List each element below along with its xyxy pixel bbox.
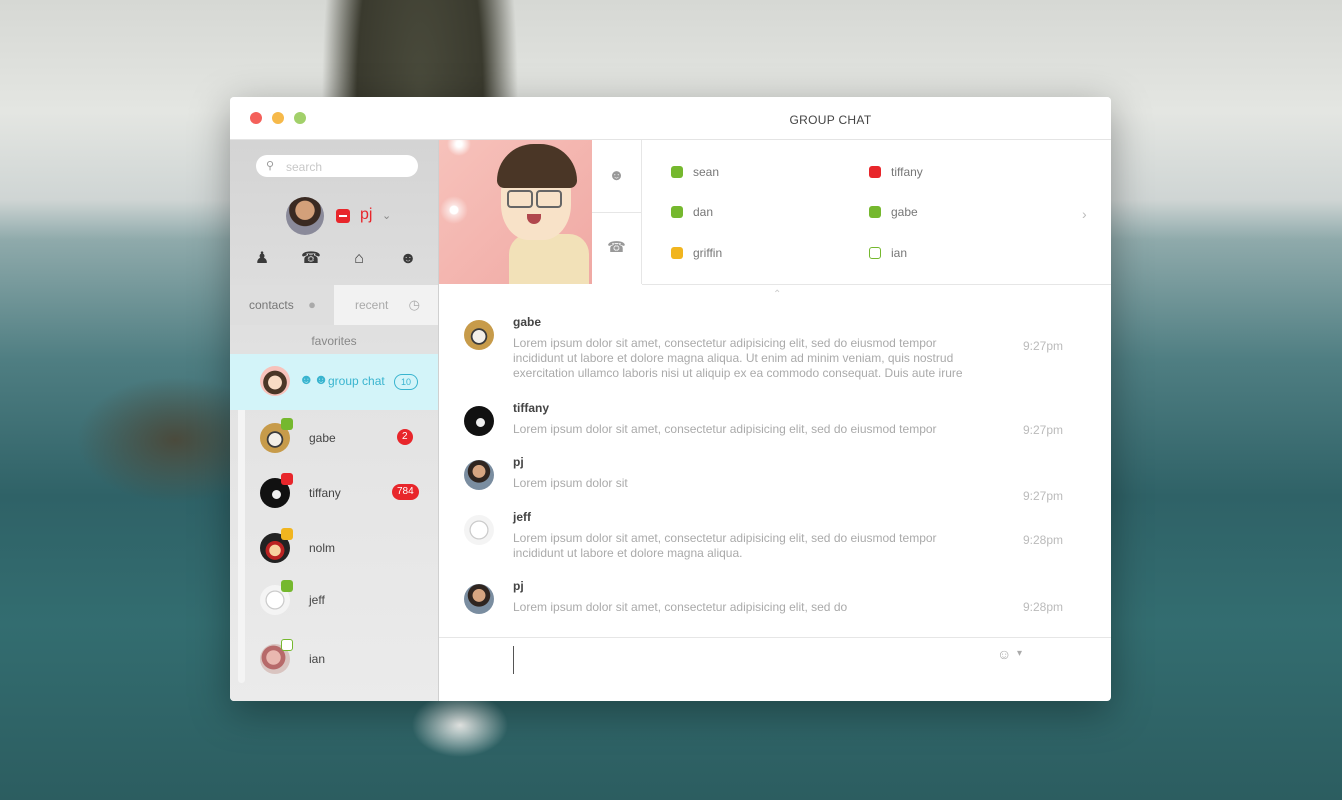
message-sender: pj [513,455,524,469]
offline-status-icon [281,639,293,651]
tab-label: recent [355,298,389,312]
contact-name: ian [309,652,326,666]
title-bar: GROUP CHAT [230,97,1111,140]
participant-name: ian [891,246,908,260]
contact-gabe[interactable]: gabe 2 [230,411,438,467]
user-icon[interactable]: ♟ [250,247,274,271]
away-status-icon [281,528,293,540]
avatar [464,460,494,490]
unread-badge: 2 [397,429,413,445]
contact-nolm[interactable]: nolm [230,521,438,577]
group-icon: ☻☻ [299,371,329,387]
participant-name: dan [693,205,714,219]
call-buttons: ☻ ☎ [592,140,642,284]
contact-name: group chat [328,374,385,388]
group-icon[interactable]: ☻ [396,247,420,271]
message-sender: tiffany [513,401,549,415]
avatar [464,320,494,350]
search-box: ⚲ [256,155,418,177]
current-user-name: pj [360,206,373,223]
unread-badge: 784 [392,484,419,500]
person-icon: ● [308,297,316,312]
search-input[interactable] [284,157,408,177]
contact-ian[interactable]: ian [230,632,438,688]
message-text: Lorem ipsum dolor sit amet, consectetur … [513,600,848,614]
message-sender: gabe [513,315,542,329]
message-time: 9:28pm [1023,600,1064,614]
contact-name: nolm [309,541,336,555]
message-sender: jeff [513,510,531,524]
offline-status-icon [869,247,881,259]
tab-label: contacts [249,298,294,312]
chevron-right-icon[interactable]: › [1082,206,1087,222]
tab-contacts[interactable]: contacts ● [230,285,334,325]
nav-icons: ♟ ☎ ⌂ ☻ [230,247,438,271]
avatar [260,366,290,396]
section-label: favorites [311,334,357,348]
participant-name: griffin [693,246,723,260]
member-count-badge: 10 [394,374,419,390]
message-text: Lorem ipsum dolor sit amet, consectetur … [513,531,937,560]
group-icon: ☻ [608,167,625,184]
participant-name: gabe [891,205,918,219]
phone-icon[interactable]: ☎ [299,247,323,271]
online-status-icon [671,166,683,178]
message-text: Lorem ipsum dolor sit [513,476,628,490]
message-text: Lorem ipsum dolor sit amet, consectetur … [513,422,937,436]
sidebar-tabs: contacts ● recent ◷ [230,285,438,325]
contact-name: tiffany [309,486,341,500]
participant-name: sean [693,165,720,179]
clock-icon: ◷ [408,297,420,312]
away-status-icon [671,247,683,259]
avatar [286,197,324,235]
online-status-icon [671,206,683,218]
chevron-down-icon[interactable]: ▾ [1017,648,1022,659]
contact-name: jeff [309,593,325,607]
participant-list: sean tiffany dan gabe griffin ian › [642,140,1111,285]
contact-jeff[interactable]: jeff [230,573,438,629]
call-button[interactable]: ☎ [592,212,641,284]
avatar [464,584,494,614]
online-status-icon [281,418,293,430]
phone-icon: ☎ [607,239,626,256]
window-title: GROUP CHAT [789,113,872,127]
chevron-down-icon[interactable]: ⌄ [382,209,391,222]
emoji-icon[interactable]: ☺ [997,646,1011,662]
dnd-status-icon [869,166,881,178]
message-time: 9:28pm [1023,533,1064,547]
video-group-call-button[interactable]: ☻ [592,140,641,213]
dnd-status-icon [281,473,293,485]
home-icon[interactable]: ⌂ [347,247,371,271]
compose-area: ☺ ▾ [439,637,1111,701]
message-time: 9:27pm [1023,339,1064,353]
tab-recent[interactable]: recent ◷ [334,285,438,325]
dnd-status-icon [336,209,350,223]
sidebar: ⚲ pj ⌄ ♟ ☎ ⌂ ☻ contacts ● recent ◷ favor… [230,140,439,701]
avatar [464,406,494,436]
message-time: 9:27pm [1023,423,1064,437]
avatar [464,515,494,545]
message-time: 9:27pm [1023,489,1064,503]
search-icon: ⚲ [266,160,275,172]
contact-tiffany[interactable]: tiffany 784 [230,466,438,522]
online-status-icon [869,206,881,218]
message-list: ⌃ gabe Lorem ipsum dolor sit amet, conse… [439,285,1111,637]
current-user[interactable]: pj ⌄ [286,197,406,235]
group-chat-banner-image [439,140,592,284]
message-sender: pj [513,579,524,593]
contact-group-chat[interactable]: ☻☻ group chat 10 [230,354,438,410]
contact-name: gabe [309,431,336,445]
message-text: Lorem ipsum dolor sit amet, consectetur … [513,336,963,380]
message-input[interactable] [513,646,986,674]
participant-name: tiffany [891,165,923,179]
chat-window: GROUP CHAT ⚲ pj ⌄ ♟ ☎ ⌂ ☻ contacts ● rec… [230,97,1111,701]
online-status-icon [281,580,293,592]
chevron-up-icon[interactable]: ⌃ [773,289,781,300]
